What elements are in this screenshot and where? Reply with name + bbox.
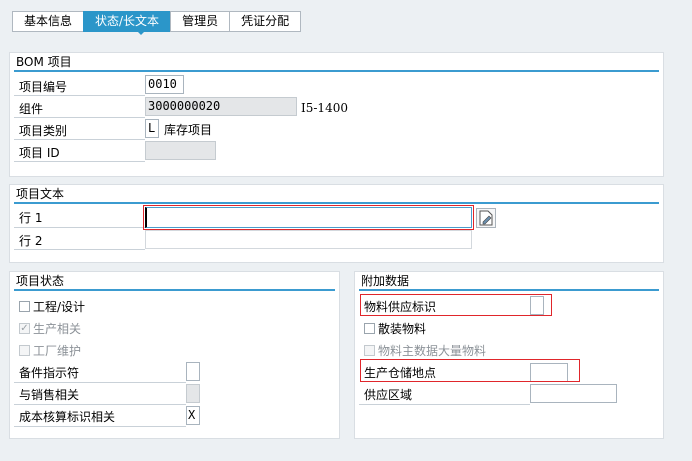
supply-area-label: 供应区域 [364, 388, 413, 402]
material-provision-highlight [360, 294, 552, 316]
panel-divider [14, 70, 659, 72]
spare-part-indicator-label: 备件指示符 [19, 366, 80, 380]
sales-relevant-field[interactable] [186, 384, 200, 403]
bulk-material-master-label: 物料主数据大量物料 [378, 344, 487, 358]
item-category-label: 项目类别 [19, 124, 68, 138]
row-separator [14, 227, 145, 228]
tab-document-assignment[interactable]: 凭证分配 [229, 11, 302, 32]
component-description: I5-1400 [301, 101, 348, 115]
bom-item-title: BOM 项目 [16, 55, 72, 69]
row-separator [14, 426, 186, 427]
line1-highlight [143, 205, 474, 230]
item-id-label: 项目 ID [19, 146, 60, 160]
tab-administration[interactable]: 管理员 [170, 11, 230, 32]
bom-item-panel: BOM 项目 项目编号 0010 组件 3000000020 I5-1400 项… [9, 52, 664, 177]
production-storage-highlight [360, 359, 580, 382]
row-separator [14, 139, 145, 140]
engineering-checkbox[interactable] [19, 301, 30, 312]
bulk-material-checkbox[interactable] [364, 323, 375, 334]
bulk-material-master-checkbox[interactable] [364, 345, 375, 356]
costing-relevant-label: 成本核算标识相关 [19, 410, 116, 424]
production-relevant-label: 生产相关 [33, 322, 82, 336]
component-field[interactable]: 3000000020 [145, 97, 297, 116]
row-separator [14, 117, 145, 118]
tab-strip: 基本信息 状态/长文本 管理员 凭证分配 [12, 11, 302, 33]
tab-status-long-text[interactable]: 状态/长文本 [83, 11, 171, 32]
active-tab-indicator [137, 31, 145, 35]
panel-divider [14, 289, 335, 291]
additional-data-panel: 附加数据 物料供应标识 散装物料 物料主数据大量物料 生产仓储地点 供应区域 [354, 271, 664, 439]
sales-relevant-label: 与销售相关 [19, 388, 80, 402]
item-id-field[interactable] [145, 141, 216, 160]
row-separator [14, 161, 145, 162]
item-text-title: 项目文本 [16, 187, 65, 201]
engineering-label: 工程/设计 [33, 300, 86, 314]
component-label: 组件 [19, 102, 44, 116]
spare-part-indicator-field[interactable] [186, 362, 200, 381]
line2-text-input[interactable] [145, 230, 472, 249]
costing-relevant-field[interactable]: X [186, 406, 200, 425]
item-text-panel: 项目文本 行 1 行 2 [9, 184, 664, 263]
production-relevant-checkbox[interactable]: ✓ [19, 323, 30, 334]
panel-divider [14, 202, 659, 204]
row-separator [359, 404, 530, 405]
supply-area-field[interactable] [530, 384, 617, 403]
item-number-field[interactable]: 0010 [145, 75, 184, 94]
item-status-panel: 项目状态 工程/设计 ✓ 生产相关 工厂维护 备件指示符 与销售相关 成本核算标… [9, 271, 340, 439]
row-separator [14, 404, 186, 405]
row-separator [14, 249, 145, 250]
item-number-label: 项目编号 [19, 80, 68, 94]
plant-maintenance-label: 工厂维护 [33, 344, 82, 358]
panel-divider [359, 289, 659, 291]
edit-document-icon [479, 210, 493, 226]
plant-maintenance-checkbox[interactable] [19, 345, 30, 356]
row-separator [14, 95, 145, 96]
line2-label: 行 2 [19, 234, 43, 248]
tab-basic-data[interactable]: 基本信息 [12, 11, 84, 32]
line1-label: 行 1 [19, 211, 43, 225]
long-text-edit-button[interactable] [476, 208, 496, 228]
bulk-material-label: 散装物料 [378, 322, 427, 336]
row-separator [14, 382, 186, 383]
item-category-field[interactable]: L [145, 119, 159, 138]
additional-data-title: 附加数据 [361, 274, 410, 288]
item-category-description: 库存项目 [164, 123, 213, 137]
item-status-title: 项目状态 [16, 274, 65, 288]
